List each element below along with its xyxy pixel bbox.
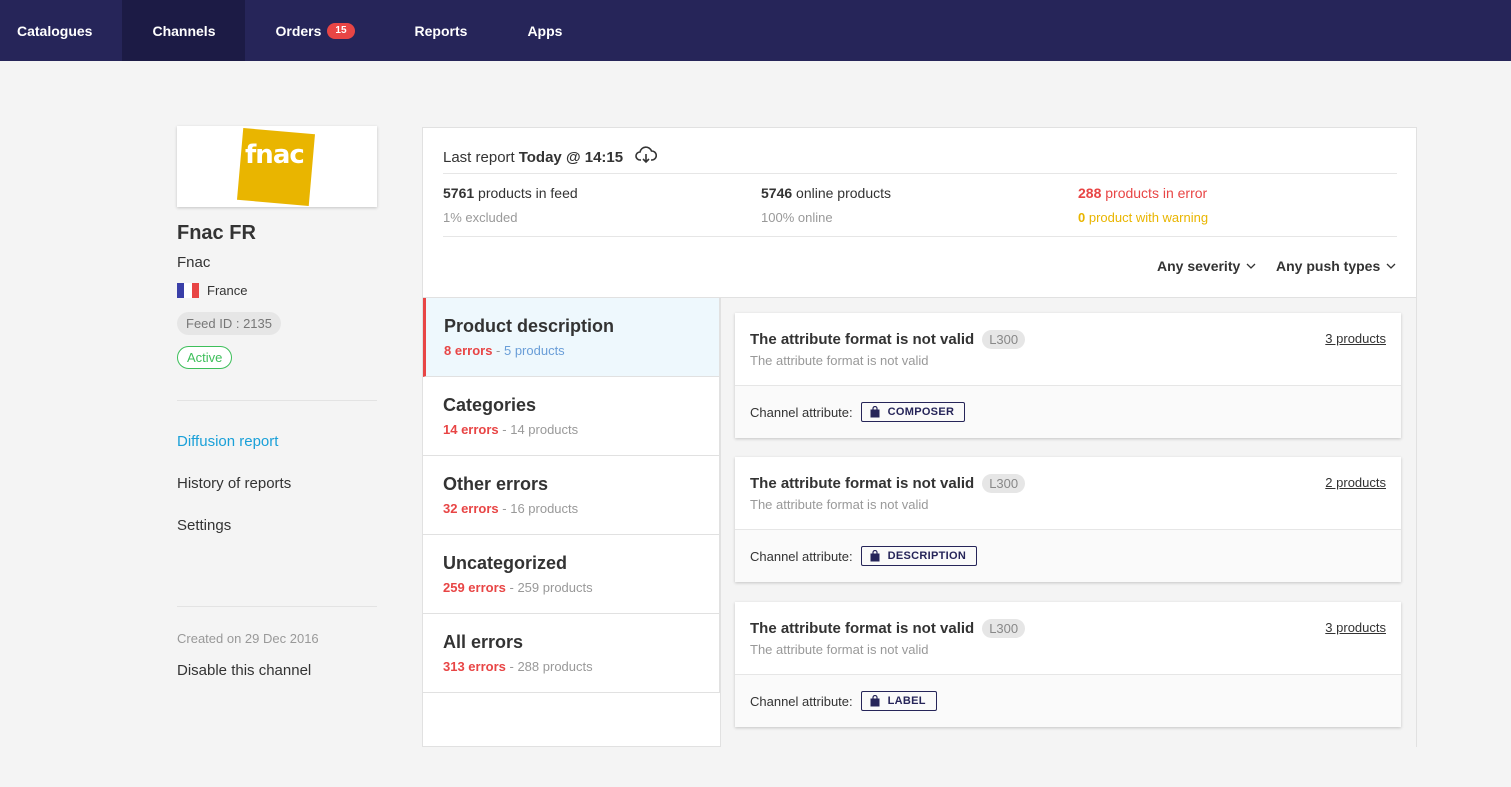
online-products-stat: 5746 online products bbox=[761, 185, 891, 201]
orders-count-badge: 15 bbox=[327, 22, 355, 39]
error-title: The attribute format is not valid L300 bbox=[750, 619, 1026, 638]
nav-reports[interactable]: Reports bbox=[385, 0, 498, 61]
channel-country: France bbox=[177, 283, 247, 298]
severity-filter-dropdown[interactable]: Any severity bbox=[1157, 258, 1256, 274]
channel-attribute-tag[interactable]: LABEL bbox=[860, 691, 937, 711]
nav-catalogues[interactable]: Catalogues bbox=[0, 0, 122, 61]
error-description: The attribute format is not valid bbox=[750, 497, 929, 512]
feed-id-badge: Feed ID : 2135 bbox=[177, 312, 281, 335]
category-meta: 313 errors - 288 products bbox=[443, 659, 593, 674]
top-nav: Catalogues Channels Orders 15 Reports App… bbox=[0, 0, 1511, 61]
error-title: The attribute format is not valid L300 bbox=[750, 474, 1026, 493]
created-date: Created on 29 Dec 2016 bbox=[177, 631, 319, 646]
error-products-link[interactable]: 2 products bbox=[1325, 475, 1386, 490]
sidebar-item-settings[interactable]: Settings bbox=[177, 517, 231, 534]
status-badge: Active bbox=[177, 346, 233, 369]
category-all-errors[interactable]: All errors 313 errors - 288 products bbox=[423, 614, 720, 693]
error-category-list: Product description 8 errors - 5 product… bbox=[423, 298, 720, 693]
shopping-bag-icon bbox=[870, 695, 880, 707]
channel-logo-card: fnac bbox=[177, 126, 377, 207]
error-card-footer: Channel attribute: COMPOSER bbox=[735, 385, 1401, 438]
fnac-logo-text: fnac bbox=[245, 140, 305, 170]
category-uncategorized[interactable]: Uncategorized 259 errors - 259 products bbox=[423, 535, 720, 614]
category-categories[interactable]: Categories 14 errors - 14 products bbox=[423, 377, 720, 456]
error-title: The attribute format is not valid L300 bbox=[750, 330, 1026, 349]
error-code-badge: L300 bbox=[982, 330, 1026, 349]
channel-attribute-label: Channel attribute: bbox=[750, 693, 853, 709]
category-meta: 8 errors - 5 products bbox=[444, 343, 565, 358]
country-label: France bbox=[207, 283, 248, 298]
category-other-errors[interactable]: Other errors 32 errors - 16 products bbox=[423, 456, 720, 535]
nav-orders-label: Orders bbox=[275, 22, 322, 39]
france-flag-icon bbox=[177, 283, 199, 298]
shopping-bag-icon bbox=[870, 406, 880, 418]
cloud-download-icon[interactable] bbox=[635, 146, 658, 168]
error-description: The attribute format is not valid bbox=[750, 353, 929, 368]
category-name: Other errors bbox=[443, 474, 549, 494]
error-list: The attribute format is not valid L300 Th… bbox=[720, 298, 1416, 747]
chevron-down-icon bbox=[1386, 263, 1396, 269]
channel-attribute-label: Channel attribute: bbox=[750, 548, 853, 564]
header-divider bbox=[443, 173, 1397, 174]
error-code-badge: L300 bbox=[982, 619, 1026, 638]
error-code-badge: L300 bbox=[982, 474, 1026, 493]
sidebar-divider bbox=[177, 606, 377, 607]
error-card: The attribute format is not valid L300 Th… bbox=[735, 457, 1401, 582]
nav-apps[interactable]: Apps bbox=[497, 0, 592, 61]
report-details: Product description 8 errors - 5 product… bbox=[423, 297, 1416, 747]
channel-attribute-tag[interactable]: COMPOSER bbox=[860, 402, 966, 422]
warning-products-stat: 0 product with warning bbox=[1078, 210, 1209, 225]
nav-reports-label: Reports bbox=[414, 22, 468, 39]
category-meta: 259 errors - 259 products bbox=[443, 580, 593, 595]
last-report-label: Last report bbox=[443, 148, 515, 166]
last-report-time: Today @ 14:15 bbox=[518, 148, 624, 166]
chevron-down-icon bbox=[1246, 263, 1256, 269]
category-name: All errors bbox=[443, 632, 524, 652]
sidebar-item-history-of-reports[interactable]: History of reports bbox=[177, 475, 291, 492]
nav-apps-label: Apps bbox=[527, 22, 563, 39]
error-products-link[interactable]: 3 products bbox=[1325, 620, 1386, 635]
error-card-footer: Channel attribute: LABEL bbox=[735, 674, 1401, 727]
disable-channel-link[interactable]: Disable this channel bbox=[177, 662, 311, 679]
category-name: Categories bbox=[443, 395, 537, 415]
error-description: The attribute format is not valid bbox=[750, 642, 929, 657]
severity-filter-label: Any severity bbox=[1157, 258, 1241, 274]
feed-products-stat: 5761 products in feed bbox=[443, 185, 578, 201]
sidebar-item-diffusion-report[interactable]: Diffusion report bbox=[177, 433, 278, 450]
error-products-stat: 288 products in error bbox=[1078, 185, 1208, 201]
error-card: The attribute format is not valid L300 Th… bbox=[735, 313, 1401, 438]
sidebar-divider bbox=[177, 400, 377, 401]
stats-divider bbox=[443, 236, 1397, 237]
category-product-description[interactable]: Product description 8 errors - 5 product… bbox=[423, 298, 720, 377]
nav-orders[interactable]: Orders 15 bbox=[245, 0, 384, 61]
category-name: Uncategorized bbox=[443, 553, 568, 573]
nav-channels[interactable]: Channels bbox=[122, 0, 246, 61]
category-meta: 32 errors - 16 products bbox=[443, 501, 579, 516]
error-card-footer: Channel attribute: DESCRIPTION bbox=[735, 529, 1401, 582]
nav-channels-label: Channels bbox=[152, 22, 216, 39]
nav-catalogues-label: Catalogues bbox=[17, 22, 93, 39]
shopping-bag-icon bbox=[870, 550, 880, 562]
report-panel: Last report Today @ 14:15 5761 products … bbox=[422, 127, 1417, 747]
channel-title: Fnac FR bbox=[177, 222, 256, 244]
error-card: The attribute format is not valid L300 Th… bbox=[735, 602, 1401, 727]
last-report-header: Last report Today @ 14:15 bbox=[443, 146, 658, 168]
category-meta: 14 errors - 14 products bbox=[443, 422, 579, 437]
push-types-filter-dropdown[interactable]: Any push types bbox=[1276, 258, 1396, 274]
category-name: Product description bbox=[444, 316, 615, 336]
channel-name: Fnac bbox=[177, 254, 211, 271]
online-pct-stat: 100% online bbox=[761, 210, 833, 225]
excluded-stat: 1% excluded bbox=[443, 210, 518, 225]
channel-attribute-tag[interactable]: DESCRIPTION bbox=[860, 546, 978, 566]
error-products-link[interactable]: 3 products bbox=[1325, 331, 1386, 346]
push-types-filter-label: Any push types bbox=[1276, 258, 1381, 274]
channel-attribute-label: Channel attribute: bbox=[750, 404, 853, 420]
